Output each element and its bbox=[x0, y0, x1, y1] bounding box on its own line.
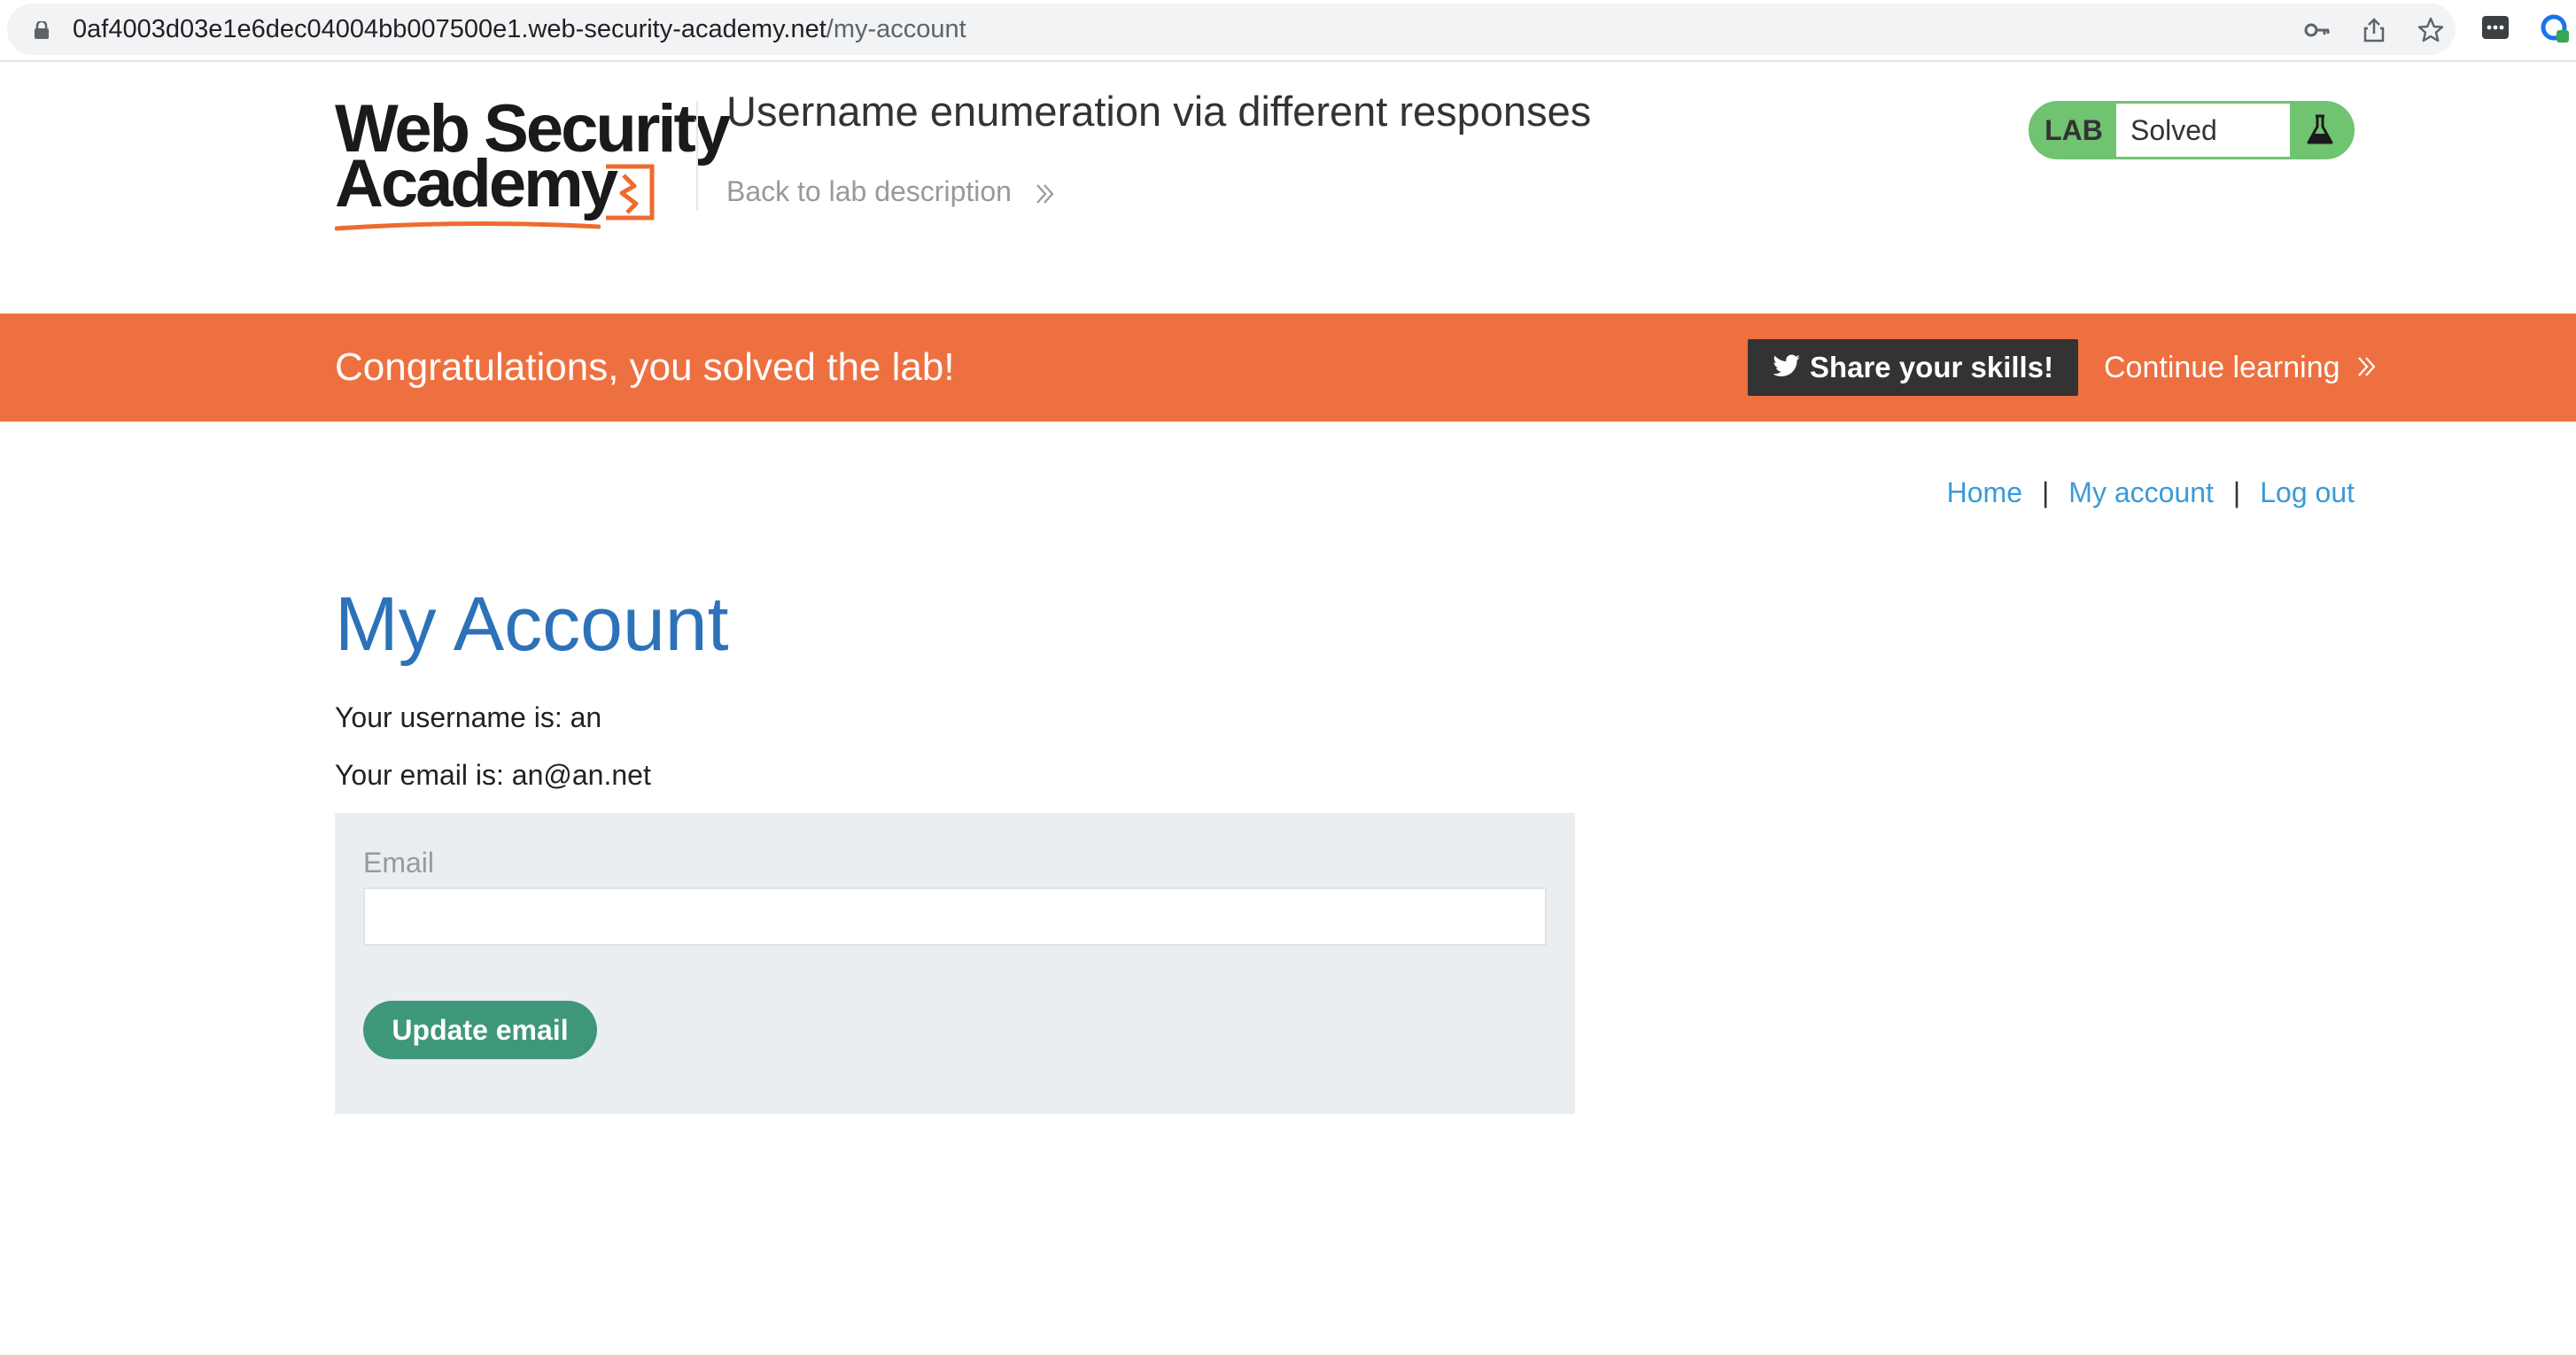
double-chevron-right-icon bbox=[1036, 183, 1054, 204]
url-host: 0af4003d03e1e6dec04004bb007500e1.web-sec… bbox=[73, 15, 826, 43]
profile-icon[interactable] bbox=[2539, 12, 2569, 43]
congratulations-message: Congratulations, you solved the lab! bbox=[335, 345, 955, 389]
header-divider bbox=[696, 101, 698, 211]
key-icon[interactable] bbox=[2303, 16, 2332, 44]
nav-separator: | bbox=[2041, 476, 2050, 508]
browser-toolbar: 0af4003d03e1e6dec04004bb007500e1.web-sec… bbox=[0, 0, 2576, 62]
update-email-form: Email Update email bbox=[335, 813, 1575, 1114]
lab-status-widget: LAB Solved bbox=[2029, 101, 2355, 159]
update-email-button[interactable]: Update email bbox=[363, 1001, 597, 1059]
star-icon[interactable] bbox=[2417, 16, 2445, 44]
lab-title: Username enumeration via different respo… bbox=[726, 88, 1592, 135]
lab-solved-banner: Congratulations, you solved the lab! Sha… bbox=[0, 314, 2576, 422]
share-icon[interactable] bbox=[2360, 16, 2388, 44]
lab-status-value: Solved bbox=[2116, 104, 2290, 157]
double-chevron-right-icon bbox=[2358, 357, 2376, 376]
email-field[interactable] bbox=[363, 887, 1547, 946]
address-bar[interactable]: 0af4003d03e1e6dec04004bb007500e1.web-sec… bbox=[7, 4, 2456, 55]
share-your-skills-button[interactable]: Share your skills! bbox=[1748, 339, 2078, 396]
continue-learning-label: Continue learning bbox=[2104, 351, 2340, 384]
web-security-academy-logo[interactable]: Web Security Academy bbox=[335, 92, 731, 234]
lock-icon[interactable] bbox=[34, 21, 50, 39]
username-info: Your username is: an bbox=[335, 701, 602, 733]
page-title: My Account bbox=[335, 582, 729, 667]
share-button-label: Share your skills! bbox=[1809, 351, 2054, 383]
nav-my-account-link[interactable]: My account bbox=[2068, 476, 2214, 508]
nav-log-out-link[interactable]: Log out bbox=[2260, 476, 2355, 508]
logo-mark-icon bbox=[606, 164, 655, 221]
url-text[interactable]: 0af4003d03e1e6dec04004bb007500e1.web-sec… bbox=[73, 4, 966, 55]
nav-separator: | bbox=[2232, 476, 2241, 508]
logo-underline-icon bbox=[335, 221, 601, 231]
flask-icon bbox=[2307, 114, 2333, 144]
email-info: Your email is: an@an.net bbox=[335, 759, 651, 791]
back-to-lab-description-link[interactable]: Back to lab description bbox=[726, 174, 1057, 209]
url-path: /my-account bbox=[826, 15, 966, 43]
continue-learning-link[interactable]: Continue learning bbox=[2104, 314, 2378, 422]
extension-icon[interactable] bbox=[2480, 12, 2510, 43]
email-field-label: Email bbox=[363, 847, 435, 879]
lab-status-label: LAB bbox=[2045, 114, 2103, 146]
account-nav: Home | My account | Log out bbox=[1947, 471, 2355, 514]
back-link-label: Back to lab description bbox=[726, 175, 1012, 207]
nav-home-link[interactable]: Home bbox=[1947, 476, 2022, 508]
logo-text-line2: Academy bbox=[335, 146, 618, 221]
twitter-icon bbox=[1773, 354, 1800, 377]
